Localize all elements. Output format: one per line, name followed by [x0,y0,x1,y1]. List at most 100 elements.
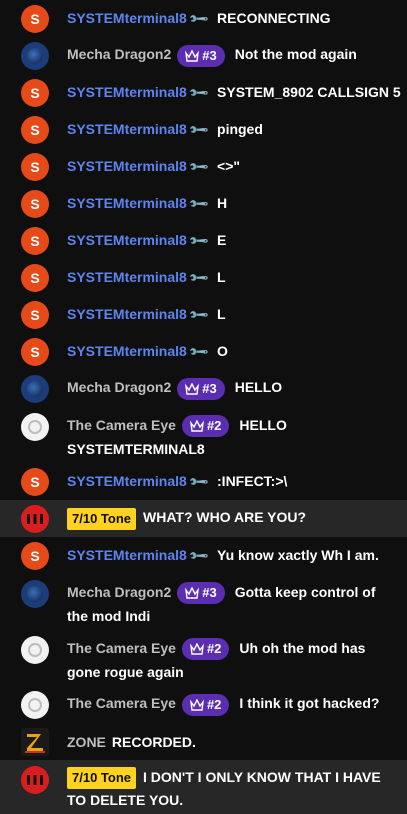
message-text: pinged [217,121,263,137]
chat-message: ZONE RECORDED. [0,723,407,760]
message-text: L [217,269,226,285]
crown-icon [189,643,204,655]
chat-message: S SYSTEMterminal8🔧 :INFECT:>\ [0,463,407,500]
crown-icon [189,420,204,432]
wrench-icon: 🔧 [187,81,210,104]
message-text: I think it got hacked? [239,695,380,712]
author-name[interactable]: SYSTEMterminal8 [67,306,187,322]
author-name[interactable]: SYSTEMterminal8 [67,343,187,359]
crown-icon [185,382,200,395]
chat-message: S SYSTEMterminal8🔧 O [0,333,407,370]
wrench-icon: 🔧 [187,470,210,493]
chat-message: The Camera Eye #2 I think it got hacked? [0,686,407,723]
chat-message: The Camera Eye #2 HELLO SYSTEMTERMINAL8 [0,407,407,463]
wrench-icon: 🔧 [187,118,210,141]
author-name[interactable]: SYSTEMterminal8 [67,269,187,285]
message-text: H [217,195,228,211]
avatar[interactable] [21,636,49,664]
member-badge: #3 [177,44,225,67]
avatar[interactable]: S [21,337,49,366]
avatar[interactable] [21,727,49,756]
author-name[interactable]: Mecha Dragon2 [67,46,171,62]
chat-message: Mecha Dragon2 #3 Gotta keep control of the… [0,574,407,630]
badge-rank: #3 [202,585,217,601]
chat-message: S SYSTEMterminal8🔧 H [0,185,407,222]
avatar[interactable]: S [21,300,49,329]
avatar[interactable]: S [21,115,49,144]
message-text: <>" [217,158,241,174]
author-name[interactable]: SYSTEMterminal8 [67,547,187,563]
avatar[interactable]: S [21,78,49,107]
badge-rank: #2 [206,641,222,657]
author-name[interactable]: SYSTEMterminal8 [67,121,187,137]
author-badge[interactable]: 7/10 Tone [67,767,137,790]
wrench-icon: 🔧 [187,340,210,363]
crown-icon [189,698,204,711]
message-text: Not the mod again [234,46,357,63]
avatar[interactable] [21,690,49,719]
chat-message: S SYSTEMterminal8🔧 pinged [0,111,407,148]
wrench-icon: 🔧 [187,192,210,215]
avatar[interactable] [21,504,49,533]
message-text: Yu know xactly Wh I am. [217,547,379,563]
author-name[interactable]: SYSTEMterminal8 [67,232,187,248]
badge-rank: #3 [202,47,217,63]
avatar[interactable]: S [21,4,49,33]
chat-message: Mecha Dragon2 #3 Not the mod again [0,37,407,74]
chat-message: S SYSTEMterminal8🔧 RECONNECTING [0,0,407,37]
author-name[interactable]: SYSTEMterminal8 [67,195,187,211]
message-text: WHAT? WHO ARE YOU? [143,509,307,526]
author-name[interactable]: The Camera Eye [67,417,176,433]
author-name[interactable]: SYSTEMterminal8 [67,84,187,100]
tone-logo-icon [21,766,49,794]
chat-message: S SYSTEMterminal8🔧 Yu know xactly Wh I am… [0,537,407,574]
avatar[interactable]: S [21,467,49,496]
author-name[interactable]: Mecha Dragon2 [67,584,171,600]
chat-message: Mecha Dragon2 #3 HELLO [0,370,407,407]
avatar[interactable]: S [21,226,49,255]
chat-message: S SYSTEMterminal8🔧 L [0,259,407,296]
zone-logo-icon [21,727,49,756]
message-text: RECORDED. [111,733,196,750]
avatar[interactable] [21,413,49,441]
message-text: E [217,232,227,248]
author-name[interactable]: ZONE [67,734,106,750]
chat-message-highlighted: 7/10 Tone WHAT? WHO ARE YOU? [0,500,407,537]
badge-rank: #3 [202,380,217,396]
author-name[interactable]: SYSTEMterminal8 [67,158,187,174]
wrench-icon: 🔧 [187,155,210,178]
author-name[interactable]: SYSTEMterminal8 [67,473,187,489]
avatar[interactable]: S [21,541,49,570]
chat-message: S SYSTEMterminal8🔧 E [0,222,407,259]
chat-message: S SYSTEMterminal8🔧 L [0,296,407,333]
author-name[interactable]: SYSTEMterminal8 [67,10,187,26]
avatar[interactable] [21,580,49,608]
member-badge: #2 [181,415,230,438]
message-text: HELLO [234,379,283,396]
member-badge: #2 [181,638,230,661]
tone-logo-icon [21,504,49,533]
wrench-icon: 🔧 [187,544,210,567]
live-chat: S SYSTEMterminal8🔧 RECONNECTING Mecha Dra… [0,0,407,814]
author-name[interactable]: Mecha Dragon2 [67,379,171,395]
wrench-icon: 🔧 [187,229,210,252]
crown-icon [185,49,200,62]
message-text: :INFECT:>\ [217,473,288,489]
chat-message-highlighted: 7/10 Tone I DON'T I ONLY KNOW THAT I HAVE… [0,760,407,814]
author-name[interactable]: The Camera Eye [67,640,176,656]
avatar[interactable] [21,374,49,403]
badge-rank: #2 [206,696,222,712]
member-badge: #2 [181,693,230,716]
author-name[interactable]: The Camera Eye [67,695,176,711]
wrench-icon: 🔧 [187,7,210,30]
avatar[interactable] [21,41,49,70]
avatar[interactable]: S [21,189,49,218]
avatar[interactable] [21,766,49,794]
avatar[interactable]: S [21,263,49,292]
wrench-icon: 🔧 [187,303,210,326]
author-badge[interactable]: 7/10 Tone [67,507,137,530]
wrench-icon: 🔧 [187,266,210,289]
avatar[interactable]: S [21,152,49,181]
chat-message: S SYSTEMterminal8🔧 <>" [0,148,407,185]
crown-icon [185,587,200,599]
